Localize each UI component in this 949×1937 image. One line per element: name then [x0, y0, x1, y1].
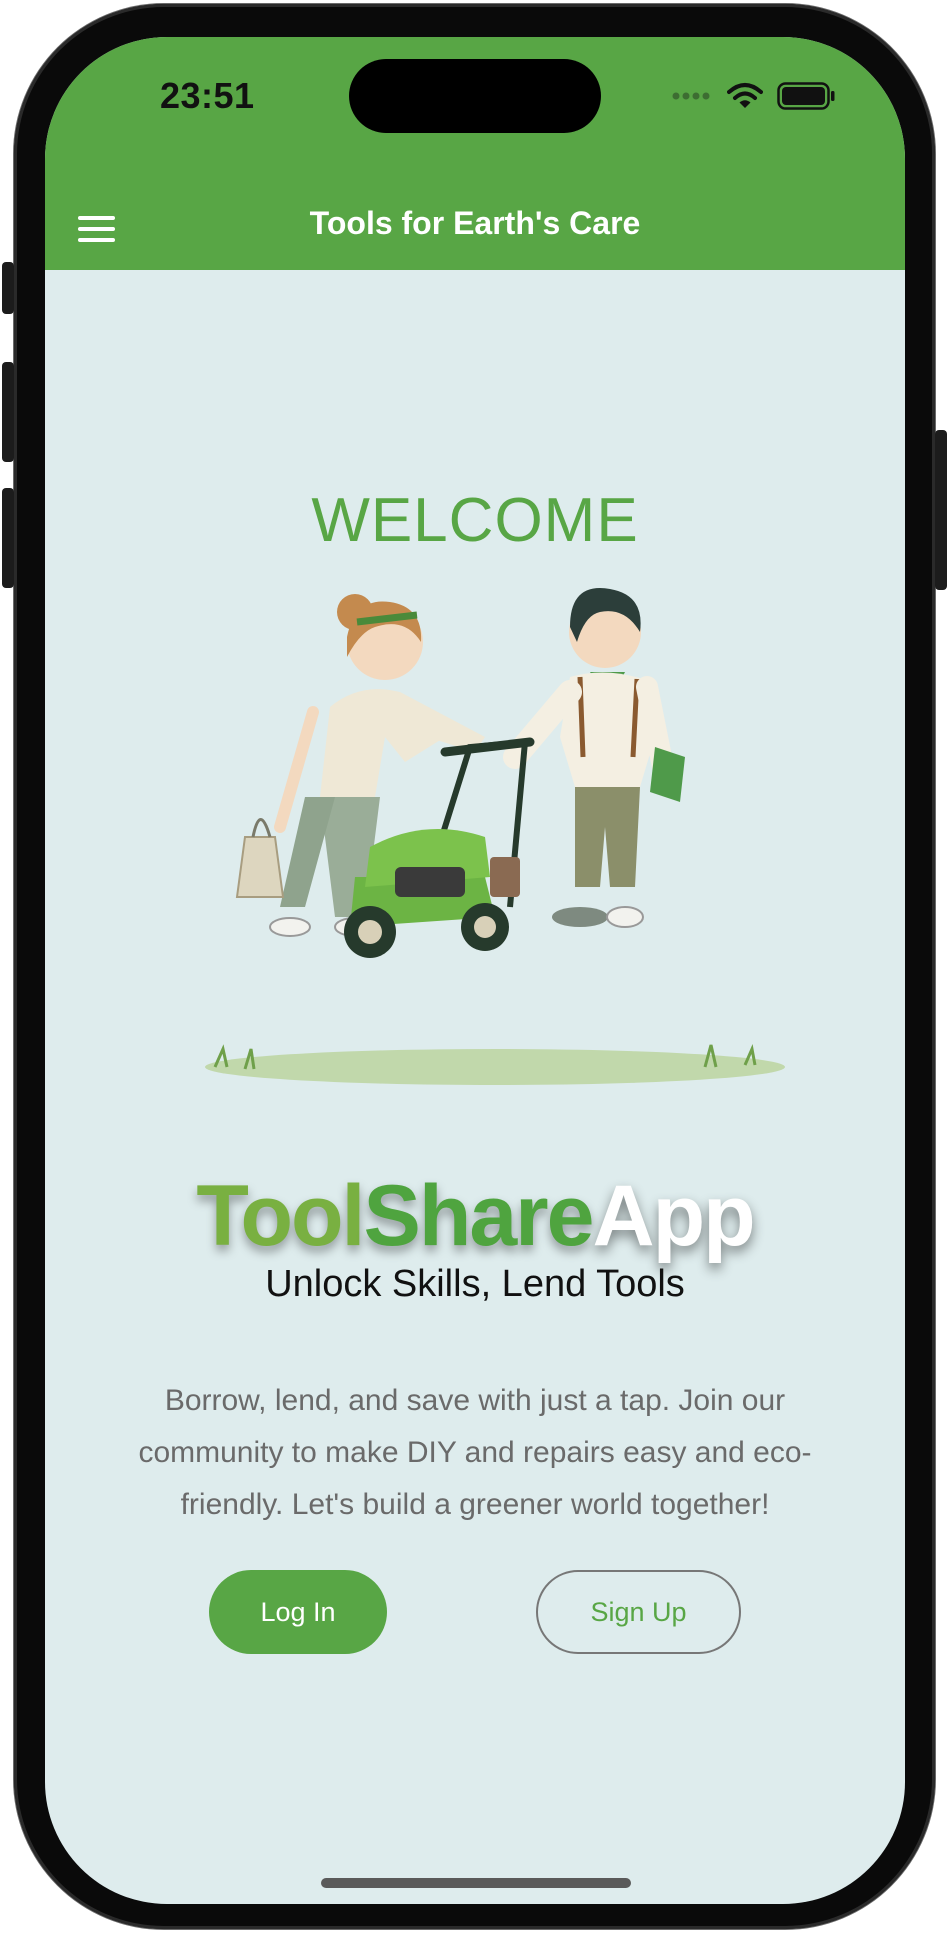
home-indicator[interactable]	[321, 1878, 631, 1888]
brand-part-app: App	[592, 1168, 755, 1264]
wifi-icon	[727, 83, 763, 108]
brand-part-tool: Tool	[196, 1168, 365, 1264]
lawnmower-illustration	[205, 588, 785, 1085]
volume-up-button	[2, 362, 14, 462]
dynamic-island	[349, 59, 601, 133]
app-brand-name: ToolShareApp	[45, 1167, 905, 1266]
brand-part-share: Share	[363, 1168, 594, 1264]
battery-icon	[777, 82, 835, 110]
volume-down-button	[2, 488, 14, 588]
login-button[interactable]: Log In	[209, 1570, 387, 1654]
status-time: 23:51	[160, 75, 255, 116]
power-button	[935, 430, 947, 590]
status-icons	[671, 81, 835, 111]
signup-button[interactable]: Sign Up	[536, 1570, 741, 1654]
tagline: Unlock Skills, Lend Tools	[265, 1263, 685, 1305]
status-bar: 23:51	[45, 37, 905, 187]
cellular-signal-icon	[672, 92, 710, 100]
app-screen: 23:51 Tools for Earth's Care WELCOME Too…	[45, 37, 905, 1904]
description-text: Borrow, lend, and save with just a tap. …	[138, 1384, 812, 1521]
nav-title: Tools for Earth's Care	[309, 205, 641, 241]
welcome-heading: WELCOME	[311, 486, 639, 555]
navigation-bar: Tools for Earth's Care	[45, 187, 905, 270]
silent-switch	[2, 262, 14, 314]
